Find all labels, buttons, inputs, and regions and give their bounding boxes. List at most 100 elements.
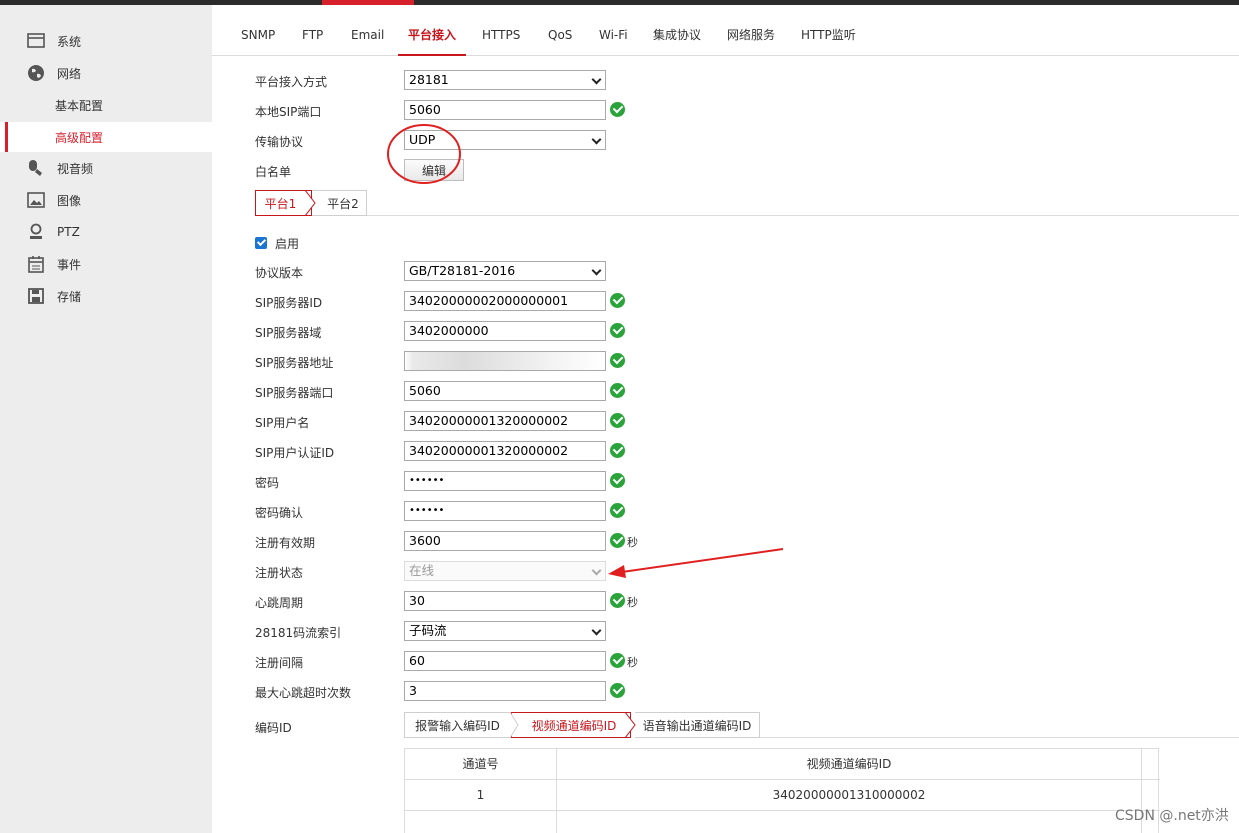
register-interval-label: 注册间隔 — [255, 656, 304, 670]
tab-bar: SNMP FTP Email 平台接入 HTTPS QoS Wi-Fi 集成协议… — [212, 5, 1239, 56]
check-ok-icon — [610, 323, 625, 338]
enable-label: 启用 — [275, 237, 300, 251]
register-status-label: 注册状态 — [255, 566, 304, 580]
table-cell-encoding-id[interactable]: 34020000001310000002 — [557, 780, 1141, 810]
sidebar-item-label: 存储 — [57, 289, 82, 304]
sidebar-item-label: 图像 — [57, 193, 82, 208]
sidebar-item-label: 系统 — [57, 34, 82, 49]
annotation-arrow — [608, 548, 784, 578]
tab-platform-access[interactable]: 平台接入 — [397, 5, 467, 56]
seconds-unit: 秒 — [627, 596, 638, 609]
tab-network-service[interactable]: 网络服务 — [727, 5, 775, 56]
sidebar-item-basic-config[interactable]: 基本配置 — [0, 90, 212, 120]
check-ok-icon — [610, 593, 625, 608]
sip-auth-id-label: SIP用户认证ID — [255, 446, 335, 460]
protocol-version-label: 协议版本 — [255, 266, 304, 280]
access-mode-select[interactable]: 28181 — [404, 70, 606, 90]
tab-audio-output-encoding-id[interactable]: 语音输出通道编码ID — [635, 712, 760, 738]
microphone-icon — [27, 159, 45, 177]
sidebar-item-image[interactable]: 图像 — [0, 185, 212, 215]
sip-server-domain-label: SIP服务器域 — [255, 326, 322, 340]
tab-https[interactable]: HTTPS — [482, 5, 520, 56]
sip-server-domain-input[interactable]: 3402000000 — [404, 321, 606, 341]
tab-wifi[interactable]: Wi-Fi — [599, 5, 628, 56]
tab-email[interactable]: Email — [351, 5, 384, 56]
sidebar-item-advanced-config[interactable]: 高级配置 — [0, 122, 212, 152]
sidebar-item-label: 网络 — [57, 66, 82, 81]
encoding-id-table: 通道号 视频通道编码ID 1 34020000001310000002 — [404, 748, 1160, 833]
sidebar: 系统 网络 基本配置 高级配置 视音频 图像 PTZ 事件 存储 — [0, 5, 212, 833]
check-ok-icon — [610, 293, 625, 308]
sip-server-address-input[interactable] — [404, 351, 606, 371]
sidebar-item-label: 基本配置 — [55, 98, 104, 113]
whitelist-label: 白名单 — [255, 165, 292, 179]
floppy-disk-icon — [27, 287, 45, 305]
sip-server-address-label: SIP服务器地址 — [255, 356, 334, 370]
sidebar-item-storage[interactable]: 存储 — [0, 281, 212, 311]
tab-platform-2[interactable]: 平台2 — [312, 190, 367, 216]
check-ok-icon — [610, 443, 625, 458]
register-validity-input[interactable]: 3600 — [404, 531, 606, 551]
heartbeat-period-input[interactable]: 30 — [404, 591, 606, 611]
camera-person-icon — [27, 223, 45, 241]
tab-snmp[interactable]: SNMP — [241, 5, 275, 56]
sip-port-input[interactable]: 5060 — [404, 100, 606, 120]
register-validity-label: 注册有效期 — [255, 536, 316, 550]
sidebar-item-event[interactable]: 事件 — [0, 249, 212, 279]
tab-arrow — [510, 712, 519, 738]
max-heartbeat-timeouts-label: 最大心跳超时次数 — [255, 686, 352, 700]
check-ok-icon — [610, 653, 625, 668]
table-header-encoding-id: 视频通道编码ID — [806, 757, 892, 771]
tab-arrow — [305, 190, 316, 216]
tab-platform-1[interactable]: 平台1 — [255, 190, 312, 216]
stream-index-label: 28181码流索引 — [255, 626, 342, 640]
seconds-unit: 秒 — [627, 656, 638, 669]
sidebar-item-label: 事件 — [57, 257, 82, 272]
sidebar-item-system[interactable]: 系统 — [0, 26, 212, 56]
tab-alarm-input-encoding-id[interactable]: 报警输入编码ID — [404, 712, 511, 738]
heartbeat-period-label: 心跳周期 — [255, 596, 304, 610]
encoding-tabs-divider — [760, 737, 1239, 738]
monitor-icon — [27, 32, 45, 50]
sip-server-id-input[interactable]: 34020000002000000001 — [404, 291, 606, 311]
sip-server-port-label: SIP服务器端口 — [255, 386, 334, 400]
encoding-id-label: 编码ID — [255, 721, 292, 735]
sidebar-item-label: 高级配置 — [55, 130, 104, 145]
table-row-divider — [405, 810, 1160, 811]
check-ok-icon — [610, 353, 625, 368]
globe-icon — [27, 64, 45, 82]
password-confirm-input[interactable]: •••••• — [404, 501, 606, 521]
tab-integration-protocol[interactable]: 集成协议 — [653, 5, 701, 56]
password-confirm-label: 密码确认 — [255, 506, 304, 520]
sip-port-label: 本地SIP端口 — [255, 105, 322, 119]
tab-qos[interactable]: QoS — [548, 5, 572, 56]
tab-ftp[interactable]: FTP — [302, 5, 323, 56]
max-heartbeat-timeouts-input[interactable]: 3 — [404, 681, 606, 701]
sip-username-input[interactable]: 34020000001320000002 — [404, 411, 606, 431]
annotation-circle — [387, 124, 461, 184]
protocol-version-select[interactable]: GB/T28181-2016 — [404, 261, 606, 281]
platform-tabs-divider — [367, 215, 1239, 216]
sip-server-port-input[interactable]: 5060 — [404, 381, 606, 401]
register-interval-input[interactable]: 60 — [404, 651, 606, 671]
tab-video-channel-encoding-id[interactable]: 视频通道编码ID — [511, 712, 631, 738]
check-ok-icon — [610, 503, 625, 518]
watermark: CSDN @.net亦洪 — [1115, 808, 1229, 824]
calendar-icon — [27, 255, 45, 273]
sidebar-item-video-audio[interactable]: 视音频 — [0, 153, 212, 183]
check-ok-icon — [610, 383, 625, 398]
sidebar-item-ptz[interactable]: PTZ — [0, 217, 212, 247]
password-input[interactable]: •••••• — [404, 471, 606, 491]
check-ok-icon — [610, 683, 625, 698]
register-status-select: 在线 — [404, 561, 606, 581]
sip-auth-id-input[interactable]: 34020000001320000002 — [404, 441, 606, 461]
image-icon — [27, 191, 45, 209]
check-ok-icon — [610, 102, 625, 117]
stream-index-select[interactable]: 子码流 — [404, 621, 606, 641]
sidebar-item-network[interactable]: 网络 — [0, 58, 212, 88]
password-label: 密码 — [255, 476, 280, 490]
enable-checkbox[interactable] — [255, 237, 267, 249]
sip-username-label: SIP用户名 — [255, 416, 310, 430]
tab-http-listen[interactable]: HTTP监听 — [801, 5, 856, 56]
sidebar-item-label: 视音频 — [57, 161, 94, 176]
